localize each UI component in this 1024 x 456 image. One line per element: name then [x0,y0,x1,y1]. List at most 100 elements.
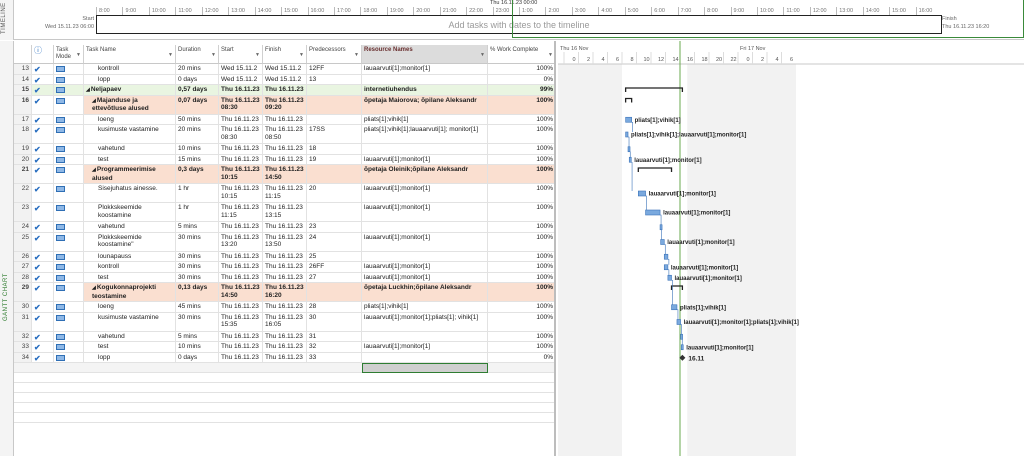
indicator-cell[interactable]: ✔ [32,352,54,362]
duration-cell[interactable]: 0,57 days [176,85,219,95]
task-bar[interactable] [625,116,632,123]
resource-names-cell[interactable]: internetiuhendus [362,85,488,95]
chevron-down-icon[interactable]: ▼ [299,52,304,59]
chevron-down-icon[interactable]: ▼ [76,52,81,59]
task-bar[interactable] [659,224,663,231]
task-mode-cell[interactable] [54,222,84,232]
start-cell[interactable]: Thu 16.11.23 [219,262,263,272]
work-complete-cell[interactable]: 100% [488,184,554,202]
task-name-cell[interactable]: lopp [84,74,176,84]
task-bar[interactable] [676,319,681,325]
collapse-toggle-icon[interactable]: ◢ [92,167,96,173]
summary-bar[interactable] [637,167,673,172]
duration-cell[interactable]: 1 hr [176,184,219,202]
start-cell[interactable]: Thu 16.11.23 [219,251,263,261]
task-name-cell[interactable]: kusimuste vastamine [84,312,176,331]
work-complete-cell[interactable]: 100% [488,222,554,232]
start-cell[interactable]: Thu 16.11.23 [219,302,263,312]
finish-cell[interactable]: Thu 16.11.23 [263,342,307,352]
finish-cell[interactable]: Wed 15.11.2 [263,74,307,84]
indicator-cell[interactable]: ✔ [32,144,54,154]
task-mode-cell[interactable] [54,203,84,221]
finish-cell[interactable]: Wed 15.11.2 [263,64,307,74]
work-complete-cell[interactable]: 0% [488,75,554,85]
predecessors-cell[interactable] [307,283,362,301]
work-complete-cell[interactable]: 100% [488,252,554,262]
task-name-cell[interactable]: vahetund [84,222,176,232]
summary-bar[interactable] [624,87,684,92]
resource-names-cell[interactable]: pliats[1];vihik[1];lauaarvuti[1]; monito… [362,125,488,143]
task-mode-cell[interactable] [54,154,84,164]
start-cell[interactable]: Thu 16.11.23 [219,85,263,95]
table-row[interactable]: 32 ✔ vahetund 5 mins Thu 16.11.23 Thu 16.11.2… [14,331,554,342]
finish-cell[interactable]: Thu 16.11.23 [263,262,307,272]
finish-cell[interactable]: Thu 16.11.23 [263,272,307,282]
finish-cell[interactable]: Thu 16.11.23 [263,331,307,341]
resource-names-cell[interactable] [362,352,488,362]
task-bar[interactable] [625,131,629,138]
work-complete-cell[interactable]: 100% [488,313,554,331]
indicator-cell[interactable]: ✔ [32,272,54,282]
empty-row[interactable] [14,413,554,423]
work-complete-cell[interactable]: 100% [488,95,554,114]
finish-cell[interactable]: Thu 16.11.23 13:15 [263,203,307,221]
task-mode-cell[interactable] [54,312,84,331]
resource-names-cell[interactable] [362,144,488,154]
row-number[interactable]: 25 [14,232,32,251]
duration-cell[interactable]: 30 mins [176,262,219,272]
predecessors-cell[interactable] [307,203,362,221]
empty-row[interactable] [14,363,554,373]
task-bar[interactable] [667,274,672,281]
collapse-toggle-icon[interactable]: ◢ [86,87,90,93]
work-complete-cell[interactable]: 100% [488,283,554,301]
work-complete-cell[interactable]: 100% [488,302,554,312]
chevron-down-icon[interactable]: ▼ [255,52,260,59]
task-name-cell[interactable]: kontroll [84,262,176,272]
summary-bar[interactable] [670,285,684,290]
task-name-cell[interactable]: lounapauss [84,251,176,261]
work-complete-cell[interactable]: 100% [488,332,554,342]
predecessors-cell[interactable] [307,85,362,95]
task-name-cell[interactable]: Plokkskeemide koostamine [84,203,176,221]
row-number[interactable]: 22 [14,184,32,202]
predecessors-cell[interactable] [307,165,362,183]
predecessors-cell[interactable]: 12FF [307,64,362,74]
finish-cell[interactable]: Thu 16.11.23 [263,222,307,232]
indicator-cell[interactable]: ✔ [32,302,54,312]
work-complete-cell[interactable]: 100% [488,144,554,154]
task-bar[interactable] [663,253,669,260]
duration-cell[interactable]: 10 mins [176,342,219,352]
start-cell[interactable]: Wed 15.11.2 [219,64,263,74]
indicator-cell[interactable]: ✔ [32,125,54,143]
task-mode-cell[interactable] [54,165,84,183]
resource-names-cell[interactable]: pliats[1];vihik[1] [362,302,488,312]
finish-cell[interactable]: Thu 16.11.23 [263,114,307,124]
duration-cell[interactable]: 30 mins [176,312,219,331]
start-cell[interactable]: Wed 15.11.2 [219,74,263,84]
empty-row[interactable] [14,403,554,413]
row-number[interactable]: 19 [14,144,32,154]
summary-task-row[interactable]: 29 ✔ ◢Kogukonnaprojekti teostamine 0,13 day… [14,283,554,302]
duration-cell[interactable]: 10 mins [176,144,219,154]
gantt-chart-area[interactable]: Thu 16 Nov Fri 17 Nov 0 2 4 6 8 10 12 14 16 18 20 22 0… [558,41,1024,456]
predecessors-cell[interactable]: 27 [307,272,362,282]
start-cell[interactable]: Thu 16.11.23 11:15 [219,203,263,221]
row-number[interactable]: 13 [14,64,32,74]
indicator-cell[interactable]: ✔ [32,232,54,251]
predecessors-cell[interactable]: 25 [307,251,362,261]
task-name-cell[interactable]: ◢Programmeerimise alused [84,165,176,183]
task-mode-cell[interactable] [54,232,84,251]
start-cell[interactable]: Thu 16.11.23 [219,222,263,232]
task-name-cell[interactable]: ◢Majanduse ja ettevõtluse alused [84,95,176,114]
task-mode-cell[interactable] [54,95,84,114]
duration-cell[interactable]: 15 mins [176,154,219,164]
task-name-cell[interactable]: vahetund [84,331,176,341]
task-name-cell[interactable]: vahetund [84,144,176,154]
task-bar[interactable] [627,146,631,153]
table-row[interactable]: 31 ✔ kusimuste vastamine 30 mins Thu 16.11.2… [14,312,554,332]
task-bar[interactable] [671,304,678,311]
table-row[interactable]: 24 ✔ vahetund 5 mins Thu 16.11.23 Thu 16.11.2… [14,222,554,233]
task-bar[interactable] [638,190,646,197]
indicator-cell[interactable]: ✔ [32,222,54,232]
predecessors-cell[interactable]: 18 [307,144,362,154]
